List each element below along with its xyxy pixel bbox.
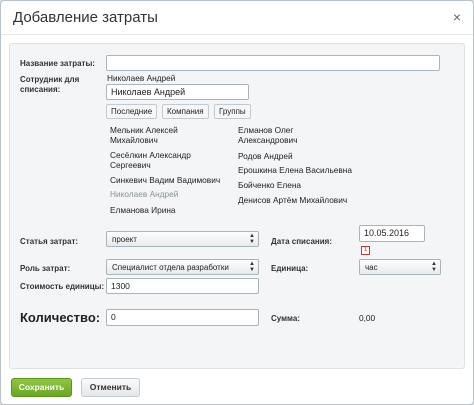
unit-cost-label: Стоимость единицы:: [20, 282, 105, 291]
unit-cost-input[interactable]: 1300: [106, 278, 259, 294]
employee-label: Сотрудник для списания:: [20, 75, 80, 94]
role-select-value: Специалист отдела разработки: [112, 263, 229, 272]
expense-name-label: Название затраты:: [20, 59, 95, 68]
employee-item[interactable]: Бойченко Елена: [238, 180, 301, 190]
date-input[interactable]: 10.05.2016: [359, 225, 425, 242]
article-label: Статья затрат:: [20, 237, 79, 246]
article-select-value: проект: [112, 235, 137, 244]
role-select[interactable]: Специалист отдела разработки ▲ ▼: [106, 259, 259, 275]
unit-select[interactable]: час ▲ ▼: [359, 259, 441, 275]
quantity-input[interactable]: 0: [106, 309, 259, 326]
employee-item[interactable]: Денисов Артём Михайлович: [238, 195, 347, 205]
select-arrows-icon: ▲ ▼: [249, 261, 255, 273]
employee-item[interactable]: Николаев Андрей: [110, 189, 178, 199]
employee-search-input[interactable]: Николаев Андрей: [106, 84, 249, 100]
quantity-label: Количество:: [20, 310, 101, 325]
select-arrows-icon: ▲ ▼: [249, 233, 255, 245]
employee-item[interactable]: Елманова Ирина: [110, 205, 176, 215]
employee-item[interactable]: Родов Андрей: [238, 151, 293, 161]
tab-recent[interactable]: Последние: [106, 104, 158, 119]
expense-name-input[interactable]: [106, 55, 440, 71]
sum-value: 0,00: [359, 313, 376, 323]
tab-company[interactable]: Компания: [162, 104, 209, 119]
cancel-button[interactable]: Отменить: [81, 378, 140, 397]
select-arrows-icon: ▲ ▼: [431, 261, 437, 273]
employee-item[interactable]: Елманов Олег Александрович: [238, 125, 338, 145]
article-select[interactable]: проект ▲ ▼: [106, 231, 259, 247]
employee-item[interactable]: Ерошкина Елена Васильевна: [238, 165, 352, 175]
unit-select-value: час: [365, 263, 378, 272]
role-label: Роль затрат:: [20, 264, 71, 273]
employee-item[interactable]: Синкевич Вадим Вадимович: [110, 175, 235, 185]
sum-label: Сумма:: [271, 314, 300, 323]
employee-selected-text: Николаев Андрей: [107, 73, 176, 83]
tab-groups[interactable]: Группы: [214, 104, 251, 119]
employee-item[interactable]: Мельник Алексей Михайлович: [110, 125, 220, 145]
dialog-title: Добавление затраты: [13, 9, 158, 26]
employee-item[interactable]: Сесёлкин Александр Сергеевич: [110, 150, 220, 170]
add-expense-dialog: Добавление затраты × Название затраты: С…: [0, 0, 474, 405]
save-button[interactable]: Сохранить: [11, 378, 72, 397]
unit-label: Единица:: [271, 264, 309, 273]
date-label: Дата списания:: [271, 237, 333, 246]
dialog-titlebar: Добавление затраты ×: [1, 1, 473, 35]
calendar-icon[interactable]: 1: [361, 246, 370, 255]
close-icon[interactable]: ×: [453, 10, 461, 24]
